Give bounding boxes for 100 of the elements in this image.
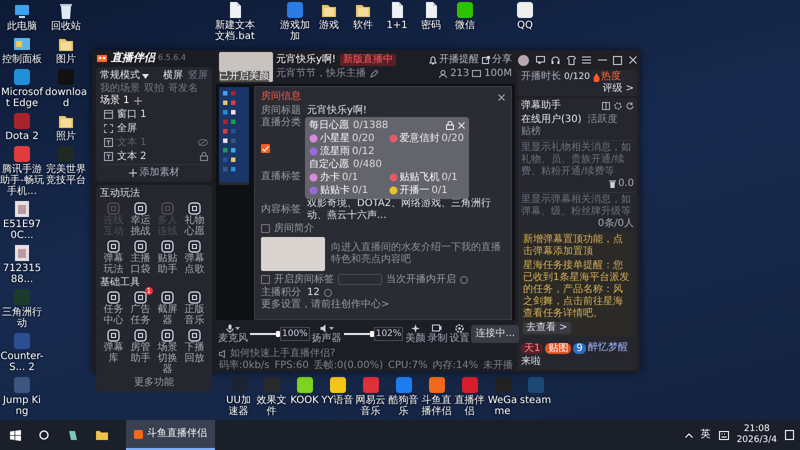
maximize-icon[interactable] xyxy=(613,56,622,64)
desktop-icon-label[interactable]: WeGame xyxy=(486,395,519,417)
desktop-icon-label[interactable]: 软件 xyxy=(346,20,380,31)
desktop-icon-label[interactable]: 游戏加加 xyxy=(278,20,312,42)
desktop-icon-label[interactable]: UU加速器 xyxy=(222,395,255,417)
panel-tab[interactable]: 活跃度 xyxy=(588,114,618,126)
lock-icon[interactable] xyxy=(446,121,454,130)
desktop-icon-label[interactable]: 网易云音乐 xyxy=(354,395,387,417)
app-tile-icon[interactable] xyxy=(13,288,31,306)
settings-icon[interactable] xyxy=(614,102,622,110)
desktop-icon-label[interactable]: YY语音 xyxy=(321,395,354,406)
share-link[interactable]: 分享 xyxy=(482,54,512,66)
source-item[interactable]: 全屏 xyxy=(100,122,208,135)
more-features-button[interactable]: 更多功能 xyxy=(100,377,208,389)
live-reminder-link[interactable]: 开播提醒 xyxy=(429,54,479,66)
rating-link[interactable]: 评级 > xyxy=(602,83,634,95)
desktop-icon-label[interactable]: download xyxy=(44,87,88,109)
app-tile-icon[interactable] xyxy=(262,376,280,394)
app-tile-icon[interactable] xyxy=(286,1,304,19)
app-tile-icon[interactable] xyxy=(296,376,314,394)
tool-button[interactable]: 下播回放 xyxy=(181,329,208,375)
checkbox[interactable] xyxy=(261,224,270,233)
app-tile-icon[interactable] xyxy=(13,68,31,86)
desktop-icon-label[interactable]: E51E970C... xyxy=(0,219,44,241)
desktop-icon-label[interactable]: Counter-S... 2 xyxy=(0,351,44,373)
app-tile-icon[interactable] xyxy=(428,376,446,394)
tool-button[interactable]: 弹幕库 xyxy=(100,329,127,375)
tool-button[interactable]: 房管助手 xyxy=(127,329,154,375)
tool-button[interactable]: 截屏器 xyxy=(154,291,181,326)
image-thumbnail-icon[interactable] xyxy=(13,200,31,218)
taskbar-app-button[interactable]: 斗鱼直播伴侣 xyxy=(126,420,215,450)
speaker-button[interactable]: 扬声器 xyxy=(312,323,342,345)
keyboard-icon[interactable] xyxy=(718,430,729,440)
desktop-icon-label[interactable]: Microsoft Edge xyxy=(0,87,44,109)
desktop-icon-label[interactable]: 直播伴侣 xyxy=(453,395,486,417)
menu-icon[interactable] xyxy=(582,56,592,64)
close-icon[interactable] xyxy=(628,56,637,64)
app-tile-icon[interactable] xyxy=(328,376,346,394)
desktop-icon-label[interactable]: 效果文件 xyxy=(255,395,288,417)
desktop-icon-label[interactable]: 三角洲行动 xyxy=(0,307,44,329)
chevron-up-icon[interactable] xyxy=(684,432,693,438)
panel-tab[interactable]: 在线用户(30) xyxy=(521,114,582,126)
windows-logo-icon[interactable] xyxy=(10,430,21,440)
tool-button[interactable]: 礼物心愿 xyxy=(181,202,208,237)
desktop-icon-label[interactable]: Dota 2 xyxy=(0,131,44,142)
scene-tab[interactable]: 哥发名 xyxy=(168,83,198,95)
folder-icon[interactable] xyxy=(96,430,108,440)
tool-button[interactable]: 贴贴助手 xyxy=(154,240,181,275)
desktop-icon-label[interactable]: 游戏 xyxy=(312,20,346,31)
desktop-icon-label[interactable]: 完美世界竞技平台 xyxy=(44,164,88,186)
desktop-icon-label[interactable]: 斗鱼直播伴侣 xyxy=(420,395,453,417)
close-icon[interactable] xyxy=(498,94,505,100)
beauty-button[interactable]: 美颜 xyxy=(405,323,426,345)
go-live-button[interactable]: 连接中... xyxy=(471,325,520,343)
edit-icon[interactable] xyxy=(370,70,378,78)
desktop-icon-label[interactable]: KOOK xyxy=(288,395,321,406)
plus-icon[interactable] xyxy=(134,97,142,105)
app-tile-icon[interactable] xyxy=(526,376,544,394)
monitor-icon[interactable] xyxy=(13,2,31,20)
app-tile-icon[interactable] xyxy=(57,68,75,86)
image-thumbnail-icon[interactable] xyxy=(13,244,31,262)
app-tile-icon[interactable] xyxy=(57,145,75,163)
shirt-icon[interactable] xyxy=(566,56,576,64)
stream-thumbnail[interactable]: 已开启美颜 xyxy=(219,52,273,82)
panel-icon[interactable] xyxy=(602,102,610,110)
tool-button[interactable]: 弹幕玩法 xyxy=(100,240,127,275)
refresh-icon[interactable] xyxy=(626,102,634,110)
app-tile-icon[interactable] xyxy=(460,376,478,394)
desktop-icon-label[interactable]: steam xyxy=(519,395,552,406)
headset-icon[interactable] xyxy=(551,56,560,64)
desktop-icon-label[interactable]: 密码 xyxy=(414,20,448,31)
tool-button[interactable]: 弹幕点歌 xyxy=(181,240,208,275)
app-tile-icon[interactable] xyxy=(362,376,380,394)
avatar[interactable] xyxy=(518,54,529,66)
tool-button[interactable]: 正版音乐 xyxy=(181,291,208,326)
search-circle-icon[interactable] xyxy=(39,430,49,440)
desktop-icon-label[interactable]: 此电脑 xyxy=(0,21,44,32)
app-tile-icon[interactable] xyxy=(394,376,412,394)
checkbox[interactable] xyxy=(261,144,270,153)
user-name[interactable]: 醉忆梦醒 xyxy=(588,342,628,354)
tool-button[interactable]: 任务中心 xyxy=(100,291,127,326)
desktop-icon-label[interactable]: 回收站 xyxy=(44,21,88,32)
desktop-icon-label[interactable]: 腾讯手游助手-畅玩手机... xyxy=(0,164,44,197)
source-item[interactable]: 文本 2 xyxy=(100,150,208,163)
desktop-icon-label[interactable]: 图片 xyxy=(44,54,88,65)
volume-slider[interactable] xyxy=(250,331,278,337)
desktop-icon-label[interactable]: 酷狗音乐 xyxy=(387,395,420,417)
app-tile-icon[interactable] xyxy=(13,332,31,350)
trash-icon[interactable] xyxy=(609,180,616,188)
creator-center-link[interactable]: 更多设置，请前往创作中心> xyxy=(261,299,505,311)
notebook-icon[interactable] xyxy=(67,430,78,440)
app-tile-icon[interactable] xyxy=(456,1,474,19)
add-source-button[interactable]: 添加素材 xyxy=(100,164,208,179)
tool-button[interactable]: 主播口袋 xyxy=(127,240,154,275)
scene-tab[interactable]: 场景 1 xyxy=(100,95,130,107)
message-icon[interactable] xyxy=(536,56,545,64)
input-language-indicator[interactable]: 英 xyxy=(700,429,711,441)
desktop-icon-label[interactable]: QQ xyxy=(508,20,542,31)
app-tile-icon[interactable] xyxy=(13,145,31,163)
desktop-icon-label[interactable]: 71231588... xyxy=(0,263,44,285)
